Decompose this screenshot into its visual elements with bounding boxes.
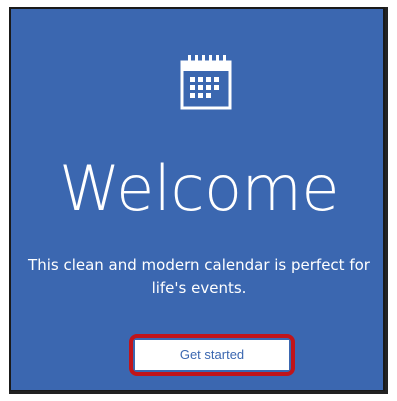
welcome-subtitle: This clean and modern calendar is perfec… <box>28 256 370 297</box>
welcome-title: Welcome <box>58 152 340 225</box>
calendar-icon <box>174 50 238 114</box>
get-started-button[interactable]: Get started <box>135 340 289 370</box>
window-shadow-bottom <box>9 391 388 394</box>
welcome-screen: Welcome This clean and modern calendar i… <box>9 7 385 392</box>
window-shadow-right <box>385 7 388 392</box>
